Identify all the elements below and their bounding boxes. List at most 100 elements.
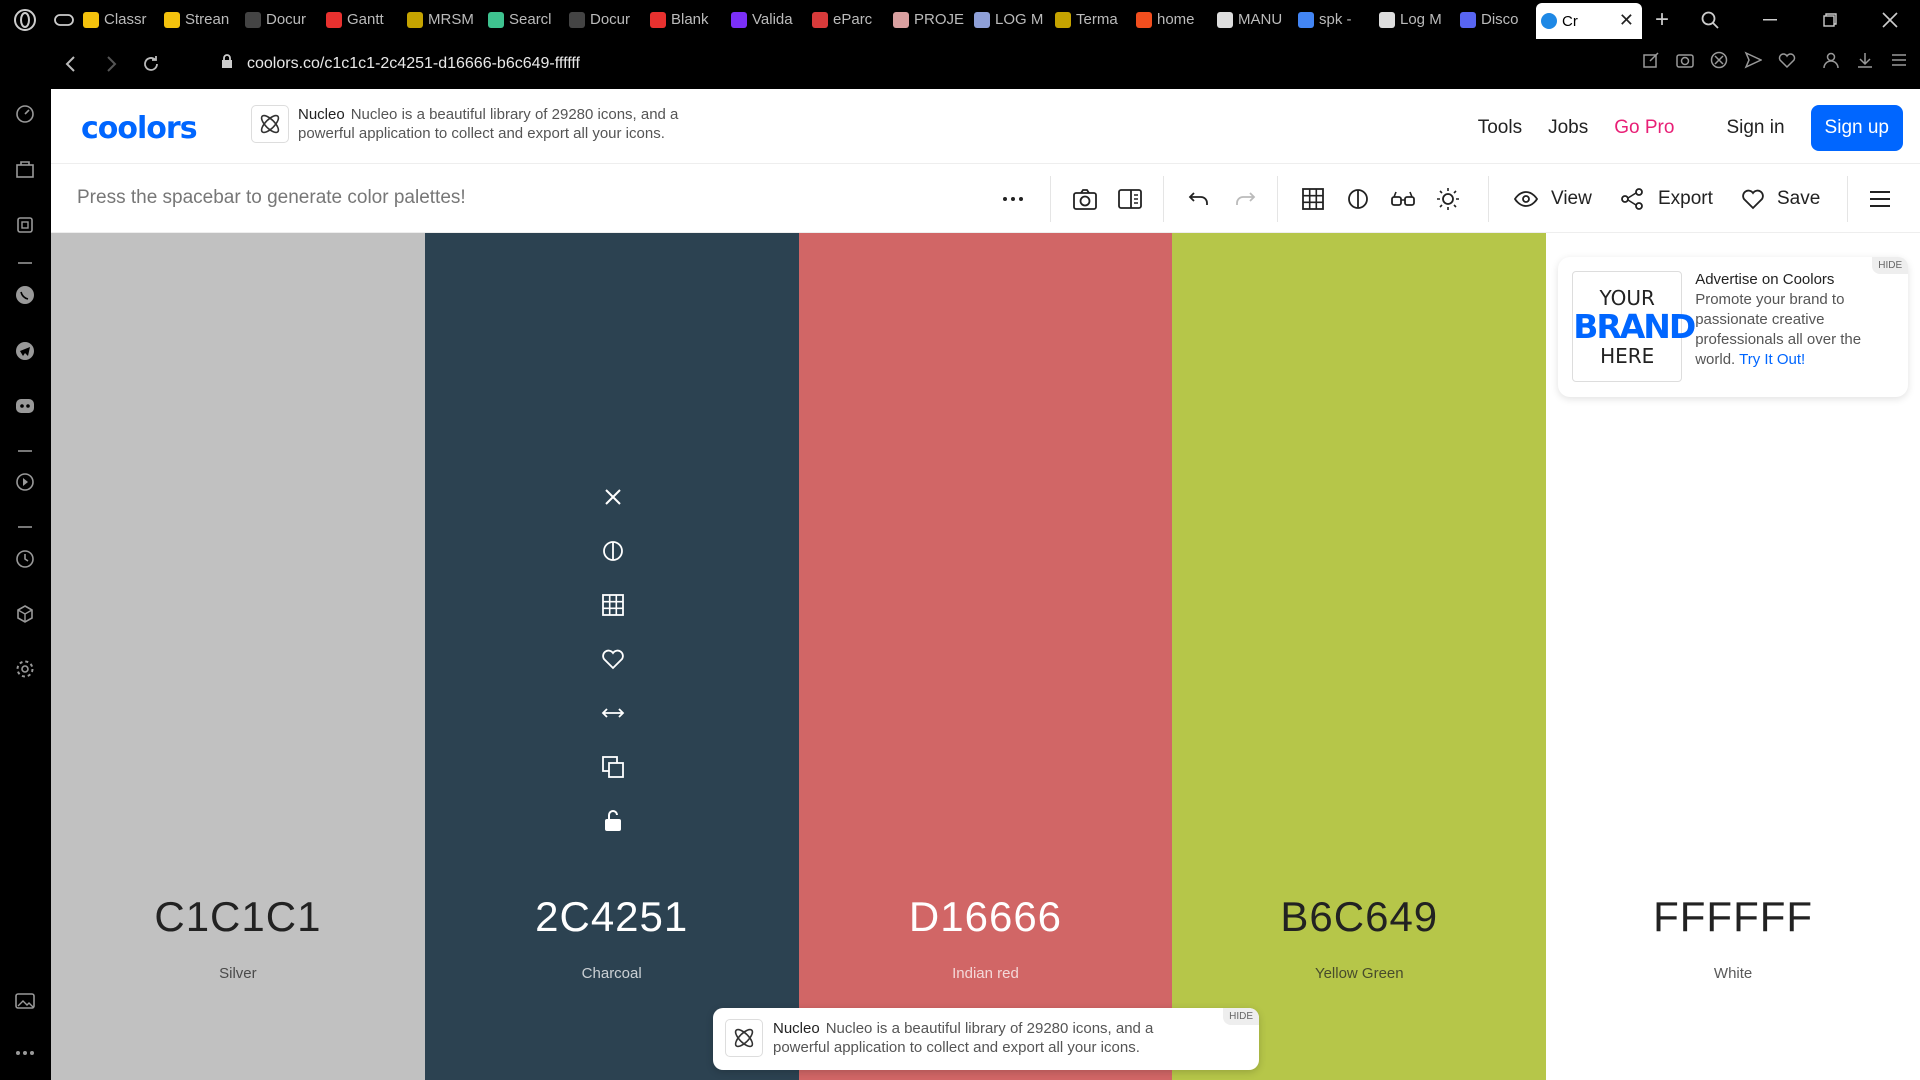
contrast-icon[interactable] — [1345, 186, 1371, 212]
ai-chip-icon[interactable] — [13, 213, 37, 237]
export-button[interactable]: Export — [1658, 188, 1713, 210]
reload-icon[interactable] — [131, 55, 171, 73]
browser-tab[interactable]: MRSM — [402, 0, 483, 39]
browser-tab[interactable]: Terma — [1050, 0, 1131, 39]
swatch-hex[interactable]: 2C4251 — [425, 893, 799, 941]
brightness-sun-icon[interactable] — [1435, 186, 1461, 212]
redo-icon[interactable] — [1232, 186, 1258, 212]
browser-tab[interactable]: Docur — [240, 0, 321, 39]
edit-icon[interactable] — [1642, 51, 1660, 74]
tab-active-coolors[interactable]: Cr ✕ — [1536, 3, 1642, 39]
discord-icon[interactable] — [13, 394, 37, 418]
settings-gear-icon[interactable] — [13, 657, 37, 681]
bottom-ad[interactable]: Nucleo Nucleo is a beautiful library of 2… — [713, 1008, 1259, 1070]
browser-tab[interactable]: Searcl — [483, 0, 564, 39]
swatch-name[interactable]: White — [1546, 965, 1920, 982]
browser-tab[interactable]: Gantt — [321, 0, 402, 39]
new-tab-button[interactable]: + — [1642, 0, 1682, 39]
drag-arrows-icon[interactable] — [600, 700, 626, 726]
camera-icon[interactable] — [1072, 186, 1098, 212]
nav-go-pro[interactable]: Go Pro — [1614, 117, 1674, 139]
undo-icon[interactable] — [1186, 186, 1212, 212]
advertise-ad[interactable]: YOUR BRAND HERE Advertise on Coolors Pro… — [1558, 257, 1909, 397]
speed-dial-icon[interactable] — [13, 102, 37, 126]
send-icon[interactable] — [1744, 51, 1763, 74]
remove-color-icon[interactable] — [600, 484, 626, 510]
opera-menu-icon[interactable] — [0, 0, 50, 39]
download-icon[interactable] — [1856, 51, 1874, 74]
sign-up-button[interactable]: Sign up — [1810, 105, 1903, 151]
browser-tab[interactable]: eParc — [807, 0, 888, 39]
view-eye-icon[interactable] — [1513, 186, 1539, 212]
swatch-hex[interactable]: C1C1C1 — [51, 893, 425, 941]
shades-grid-icon[interactable] — [600, 592, 626, 618]
browser-tab[interactable]: Strean — [159, 0, 240, 39]
browser-tab[interactable]: Disco — [1455, 0, 1536, 39]
unlock-icon[interactable] — [600, 808, 626, 834]
whatsapp-icon[interactable] — [13, 283, 37, 307]
hide-ad-button[interactable]: HIDE — [1872, 257, 1909, 274]
swatch-name[interactable]: Yellow Green — [1172, 965, 1546, 982]
restore-icon[interactable] — [1800, 0, 1860, 39]
try-it-out-link[interactable]: Try It Out! — [1739, 351, 1805, 368]
swatch-hex[interactable]: B6C649 — [1172, 893, 1546, 941]
header-ad[interactable]: Nucleo Nucleo is a beautiful library of 2… — [251, 105, 731, 143]
panel-icon[interactable] — [1117, 186, 1143, 212]
swatch-white[interactable]: FFFFFF White YOUR BRAND HERE Advertise o… — [1546, 233, 1920, 1080]
favorite-heart-icon[interactable] — [600, 646, 626, 672]
wallpaper-icon[interactable] — [13, 989, 37, 1013]
view-button[interactable]: View — [1551, 188, 1592, 210]
browser-tab[interactable]: PROJE — [888, 0, 969, 39]
close-window-icon[interactable] — [1860, 0, 1920, 39]
swatch-name[interactable]: Charcoal — [425, 965, 799, 982]
grid-icon[interactable] — [1300, 186, 1326, 212]
browser-tab[interactable]: LOG M — [969, 0, 1050, 39]
sign-in-link[interactable]: Sign in — [1726, 117, 1784, 139]
browser-tab[interactable]: home — [1131, 0, 1212, 39]
browser-tab[interactable]: spk - — [1293, 0, 1374, 39]
color-blindness-glasses-icon[interactable] — [1390, 186, 1416, 212]
gamepad-icon[interactable] — [50, 0, 78, 39]
swatch-yellow-green[interactable]: B6C649 Yellow Green — [1172, 233, 1547, 1080]
nav-tools[interactable]: Tools — [1478, 117, 1522, 139]
save-button[interactable]: Save — [1777, 188, 1820, 210]
swatch-hex[interactable]: FFFFFF — [1546, 893, 1920, 941]
extensions-cube-icon[interactable] — [13, 602, 37, 626]
export-share-icon[interactable] — [1619, 186, 1645, 212]
shopping-icon[interactable] — [13, 157, 37, 181]
url-field[interactable]: coolors.co/c1c1c1-2c4251-d16666-b6c649-f… — [221, 54, 580, 74]
profile-icon[interactable] — [1822, 51, 1840, 74]
swatch-charcoal[interactable]: 2C4251 Charcoal — [424, 233, 799, 1080]
nav-jobs[interactable]: Jobs — [1548, 117, 1588, 139]
browser-tab[interactable]: Log M — [1374, 0, 1455, 39]
swatch-name[interactable]: Silver — [51, 965, 425, 982]
player-icon[interactable] — [13, 470, 37, 494]
more-options-icon[interactable] — [1000, 186, 1026, 212]
forward-icon[interactable] — [91, 56, 131, 72]
swatch-hex[interactable]: D16666 — [799, 893, 1173, 941]
coolors-logo[interactable]: coolors — [81, 111, 198, 146]
hamburger-menu-icon[interactable] — [1867, 186, 1893, 212]
browser-tab[interactable]: Valida — [726, 0, 807, 39]
back-icon[interactable] — [51, 56, 91, 72]
close-tab-icon[interactable]: ✕ — [1619, 10, 1634, 31]
copy-icon[interactable] — [600, 754, 626, 780]
swatch-indian-red[interactable]: D16666 Indian red — [798, 233, 1173, 1080]
hide-ad-button[interactable]: HIDE — [1223, 1008, 1259, 1025]
adblock-icon[interactable] — [1710, 51, 1728, 74]
swatch-silver[interactable]: C1C1C1 Silver — [51, 233, 425, 1080]
easy-setup-icon[interactable] — [1890, 51, 1908, 74]
swatch-name[interactable]: Indian red — [799, 965, 1173, 982]
browser-tab[interactable]: Classr — [78, 0, 159, 39]
history-icon[interactable] — [13, 547, 37, 571]
browser-tab[interactable]: MANU — [1212, 0, 1293, 39]
telegram-icon[interactable] — [13, 339, 37, 363]
browser-tab[interactable]: Blank — [645, 0, 726, 39]
camera-icon[interactable] — [1676, 51, 1694, 74]
browser-tab[interactable]: Docur — [564, 0, 645, 39]
bookmark-heart-icon[interactable] — [1778, 51, 1796, 74]
shades-contrast-icon[interactable] — [600, 538, 626, 564]
more-icon[interactable] — [13, 1041, 37, 1065]
save-heart-icon[interactable] — [1740, 186, 1766, 212]
minimize-icon[interactable] — [1740, 0, 1800, 39]
